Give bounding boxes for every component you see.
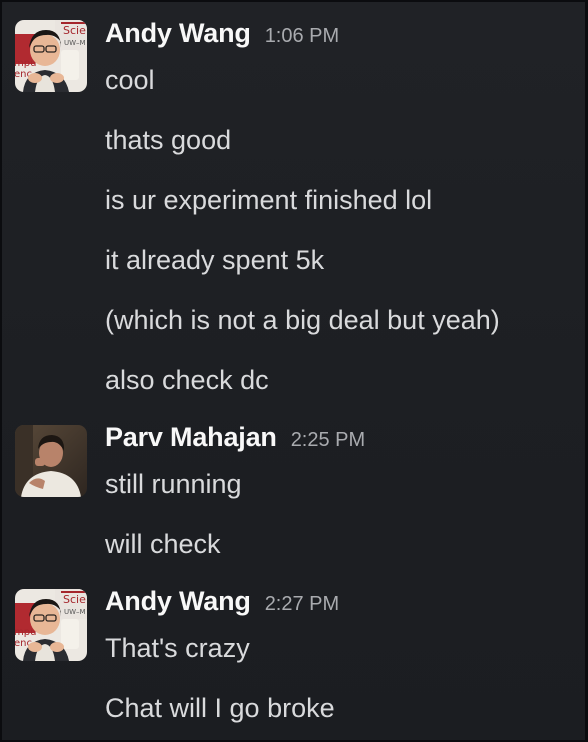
parv-mahajan-avatar-image <box>15 425 87 497</box>
andy-wang-avatar-image: Scie UW–M mpu enc <box>15 20 87 92</box>
message-text: it already spent 5k <box>105 245 325 275</box>
message-timestamp[interactable]: 2:25 PM <box>291 429 365 452</box>
author-name[interactable]: Parv Mahajan <box>105 422 277 453</box>
message-text: That's crazy <box>105 633 250 663</box>
andy-wang-avatar-image: Scie UW–M mpu enc <box>15 589 87 661</box>
message-text: (which is not a big deal but yeah) <box>105 305 500 335</box>
author-name[interactable]: Andy Wang <box>105 586 251 617</box>
svg-text:Scie: Scie <box>63 593 86 606</box>
message-text: also check dc <box>105 365 269 395</box>
svg-text:UW–M: UW–M <box>64 39 86 47</box>
svg-text:Scie: Scie <box>63 24 86 37</box>
message-header: Andy Wang 2:27 PM <box>105 586 339 624</box>
message-text: will check <box>105 529 221 559</box>
author-name[interactable]: Andy Wang <box>105 18 251 49</box>
message-text: is ur experiment finished lol <box>105 185 433 215</box>
message-text: cool <box>105 65 155 95</box>
message-text: Chat will I go broke <box>105 693 335 723</box>
message-timestamp[interactable]: 1:06 PM <box>265 25 339 48</box>
user-avatar[interactable]: Scie UW–M mpu enc <box>15 20 87 92</box>
message-text: still running <box>105 469 242 499</box>
user-avatar[interactable] <box>15 425 87 497</box>
chat-window: Scie UW–M mpu enc Andy Wang 1:06 PM cool… <box>0 0 588 742</box>
message-header: Andy Wang 1:06 PM <box>105 18 339 56</box>
message-text: thats good <box>105 125 232 155</box>
message-timestamp[interactable]: 2:27 PM <box>265 593 339 616</box>
svg-text:UW–M: UW–M <box>64 608 86 616</box>
message-header: Parv Mahajan 2:25 PM <box>105 422 365 460</box>
user-avatar[interactable]: Scie UW–M mpu enc <box>15 589 87 661</box>
